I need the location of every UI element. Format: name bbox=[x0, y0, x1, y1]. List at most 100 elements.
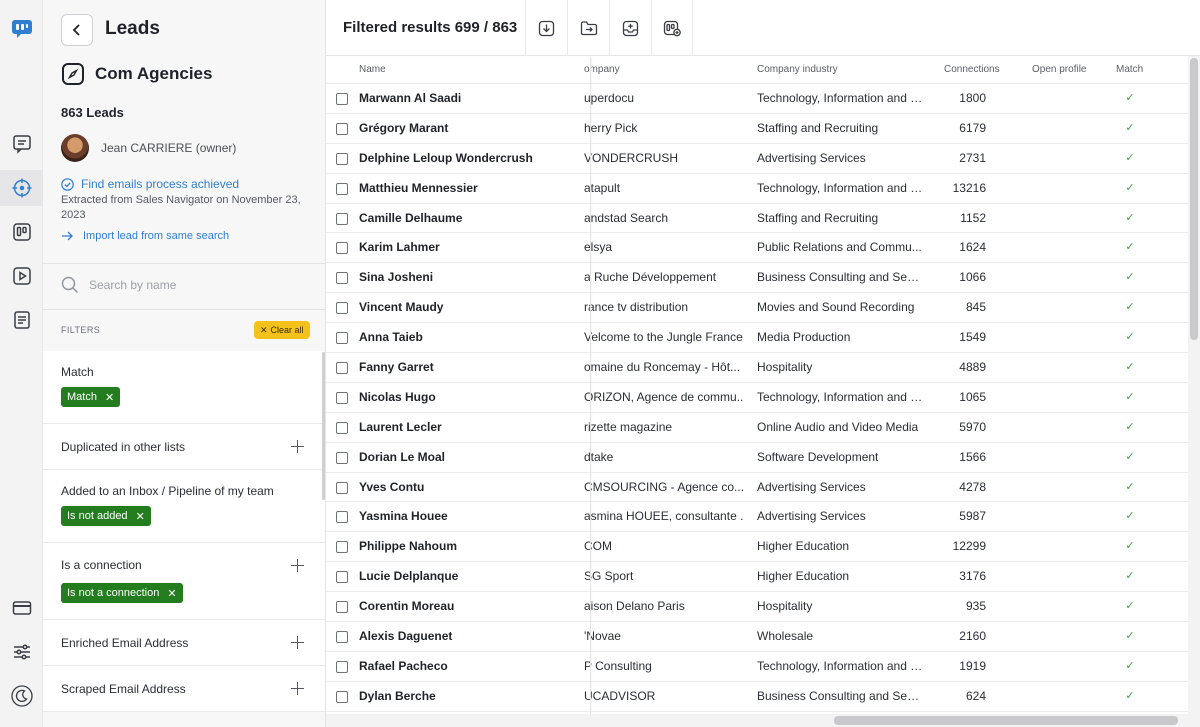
row-checkbox[interactable] bbox=[336, 272, 348, 285]
row-checkbox[interactable] bbox=[336, 122, 348, 135]
table-row[interactable]: Dorian Le Moal dtake Software Development 1… bbox=[326, 443, 1188, 473]
app-logo-icon[interactable] bbox=[0, 11, 43, 47]
lead-name[interactable]: Marwann Al Saadi bbox=[359, 84, 589, 113]
download-button[interactable] bbox=[525, 0, 567, 56]
add-to-inbox-button[interactable] bbox=[609, 0, 651, 56]
filter-enriched-email[interactable]: Enriched Email Address bbox=[43, 620, 325, 666]
table-row[interactable]: Delphine Leloup Wondercrush VONDERCRUSH Ad… bbox=[326, 144, 1188, 174]
remove-chip-icon[interactable]: ✕ bbox=[167, 587, 176, 600]
lead-name[interactable]: Vincent Maudy bbox=[359, 293, 589, 322]
table-row[interactable]: Matthieu Mennessier atapult Technology, In… bbox=[326, 174, 1188, 204]
panel-scrollbar[interactable] bbox=[322, 352, 325, 500]
lead-name[interactable]: Camille Delhaume bbox=[359, 204, 589, 233]
enrich-button[interactable] bbox=[651, 0, 693, 56]
lead-name[interactable]: Fanny Garret bbox=[359, 353, 589, 382]
prospecting-target-icon[interactable] bbox=[0, 170, 43, 206]
lead-name[interactable]: Yves Contu bbox=[359, 473, 589, 502]
add-filter-plus-icon[interactable] bbox=[291, 682, 304, 695]
lead-name[interactable]: Lucie Delplanque bbox=[359, 562, 589, 591]
table-row[interactable]: Corentin Moreau aison Delano Paris Hospita… bbox=[326, 592, 1188, 623]
filter-duplicated[interactable]: Duplicated in other lists bbox=[43, 424, 325, 470]
lead-name[interactable]: Dorian Le Moal bbox=[359, 443, 589, 472]
clear-all-button[interactable]: ✕ Clear all bbox=[254, 321, 310, 339]
table-row[interactable]: Anna Taieb Velcome to the Jungle France Me… bbox=[326, 323, 1188, 354]
row-checkbox[interactable] bbox=[336, 93, 348, 105]
row-checkbox[interactable] bbox=[336, 302, 348, 315]
table-row[interactable]: Fanny Garret omaine du Roncemay - Hôt... H… bbox=[326, 353, 1188, 383]
lead-name[interactable]: Laurent Lecler bbox=[359, 413, 589, 442]
campaigns-play-icon[interactable] bbox=[0, 258, 43, 294]
filter-scraped-email[interactable]: Scraped Email Address bbox=[43, 666, 325, 712]
import-lead-link[interactable]: Import lead from same search bbox=[61, 230, 229, 242]
lead-name[interactable]: Corentin Moreau bbox=[359, 592, 589, 621]
table-row[interactable]: Yves Contu CMSOURCING - Agence co... Adver… bbox=[326, 473, 1188, 503]
search-input[interactable]: Search by name bbox=[89, 278, 176, 292]
horizontal-scrollbar[interactable] bbox=[326, 714, 1200, 727]
lead-name[interactable]: Sina Josheni bbox=[359, 263, 589, 292]
lead-name[interactable]: Delphine Leloup Wondercrush bbox=[359, 144, 589, 173]
filter-chip-not-added[interactable]: Is not added ✕ bbox=[61, 506, 151, 526]
column-header-open-profile[interactable]: Open profile bbox=[1032, 57, 1086, 83]
remove-chip-icon[interactable]: ✕ bbox=[105, 391, 114, 404]
lead-name[interactable]: Philippe Nahoum bbox=[359, 532, 589, 561]
vertical-scrollbar-thumb[interactable] bbox=[1190, 58, 1198, 340]
row-checkbox[interactable] bbox=[336, 660, 348, 673]
messages-icon[interactable] bbox=[0, 126, 43, 162]
remove-chip-icon[interactable]: ✕ bbox=[136, 510, 145, 523]
settings-sliders-icon[interactable] bbox=[0, 634, 43, 670]
table-row[interactable]: Rafael Pacheco P Consulting Technology, In… bbox=[326, 652, 1188, 682]
row-checkbox[interactable] bbox=[336, 690, 348, 703]
table-row[interactable]: Lucie Delplanque SG Sport Higher Education… bbox=[326, 562, 1188, 593]
lead-name[interactable]: Yasmina Houee bbox=[359, 502, 589, 531]
table-row[interactable]: Vincent Maudy rance tv distribution Movies… bbox=[326, 293, 1188, 324]
row-checkbox[interactable] bbox=[336, 451, 348, 464]
back-button[interactable] bbox=[61, 14, 93, 46]
column-header-match[interactable]: Match bbox=[1116, 57, 1143, 83]
row-checkbox[interactable] bbox=[336, 511, 348, 524]
table-row[interactable]: Grégory Marant herry Pick Staffing and Rec… bbox=[326, 114, 1188, 144]
add-filter-plus-icon[interactable] bbox=[291, 559, 304, 572]
billing-card-icon[interactable] bbox=[0, 590, 43, 626]
filter-chip-match[interactable]: Match ✕ bbox=[61, 387, 121, 407]
lead-name[interactable]: Karim Lahmer bbox=[359, 233, 589, 262]
table-row[interactable]: Camille Delhaume andstad Search Staffing a… bbox=[326, 204, 1188, 234]
table-row[interactable]: Nicolas Hugo ORIZON, Agence de commu... Te… bbox=[326, 383, 1188, 413]
lead-name[interactable]: Dylan Berche bbox=[359, 682, 589, 711]
row-checkbox[interactable] bbox=[336, 421, 348, 434]
table-row[interactable]: Marwann Al Saadi uperdocu Technology, Info… bbox=[326, 84, 1188, 114]
horizontal-scrollbar-thumb[interactable] bbox=[834, 716, 1178, 725]
pipeline-icon[interactable] bbox=[0, 214, 43, 250]
table-row[interactable]: Philippe Nahoum COM Higher Education 12299 ✓ bbox=[326, 532, 1188, 563]
row-checkbox[interactable] bbox=[336, 152, 348, 165]
column-header-connections[interactable]: Connections bbox=[944, 57, 1000, 83]
lead-name[interactable]: Rafael Pacheco bbox=[359, 652, 589, 681]
table-row[interactable]: Sina Josheni a Ruche Développement Busines… bbox=[326, 263, 1188, 294]
lead-name[interactable]: Nicolas Hugo bbox=[359, 383, 589, 412]
dark-mode-moon-icon[interactable] bbox=[0, 678, 43, 714]
row-checkbox[interactable] bbox=[336, 212, 348, 225]
lead-name[interactable]: Alexis Daguenet bbox=[359, 622, 589, 651]
row-checkbox[interactable] bbox=[336, 571, 348, 584]
search-by-name[interactable]: Search by name bbox=[61, 276, 176, 294]
row-checkbox[interactable] bbox=[336, 481, 348, 494]
column-header-industry[interactable]: Company industry bbox=[757, 57, 838, 83]
lead-name[interactable]: Grégory Marant bbox=[359, 114, 589, 143]
row-checkbox[interactable] bbox=[336, 242, 348, 255]
table-row[interactable]: Laurent Lecler rizette magazine Online Aud… bbox=[326, 413, 1188, 443]
lead-name[interactable]: Matthieu Mennessier bbox=[359, 174, 589, 203]
filter-chip-not-connection[interactable]: Is not a connection ✕ bbox=[61, 583, 183, 603]
row-checkbox[interactable] bbox=[336, 601, 348, 614]
table-row[interactable]: Karim Lahmer elsya Public Relations and Co… bbox=[326, 233, 1188, 264]
notes-icon[interactable] bbox=[0, 302, 43, 338]
add-filter-plus-icon[interactable] bbox=[291, 440, 304, 453]
table-row[interactable]: Alexis Daguenet 'Novae Wholesale 2160 ✓ bbox=[326, 622, 1188, 652]
column-header-name[interactable]: Name bbox=[359, 57, 386, 83]
row-checkbox[interactable] bbox=[336, 182, 348, 195]
row-checkbox[interactable] bbox=[336, 631, 348, 644]
row-checkbox[interactable] bbox=[336, 362, 348, 375]
column-header-company[interactable]: ompany bbox=[584, 57, 620, 83]
add-filter-plus-icon[interactable] bbox=[291, 636, 304, 649]
row-checkbox[interactable] bbox=[336, 391, 348, 404]
lead-name[interactable]: Anna Taieb bbox=[359, 323, 589, 352]
row-checkbox[interactable] bbox=[336, 332, 348, 345]
